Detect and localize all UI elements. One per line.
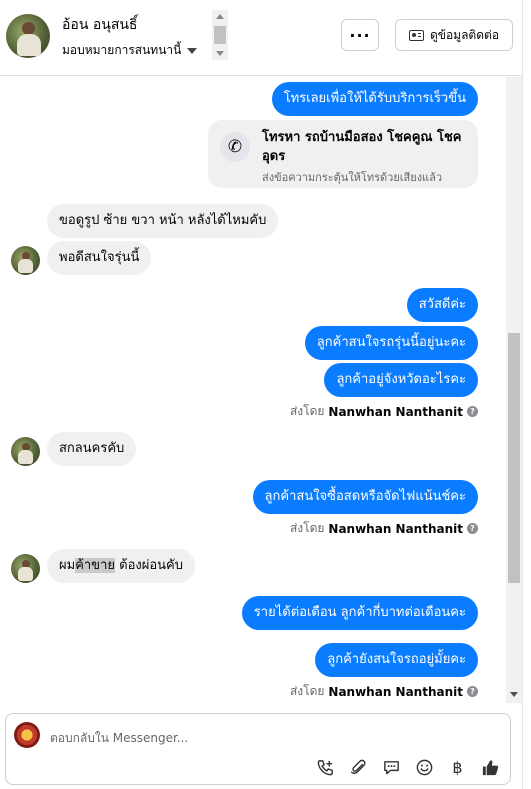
thread-scrollbar[interactable]	[506, 77, 522, 703]
outgoing-message[interactable]: สวัสดีค่ะ	[406, 288, 478, 322]
sender-name: Nanwhan Nanthanit	[328, 684, 463, 699]
call-plus-icon[interactable]	[316, 758, 335, 777]
sent-by-label: ส่งโดย Nanwhan Nanthanit ?	[290, 402, 478, 421]
conversation-header: อ้อน อนุสนธิ์ มอบหมายการสนทนานี้ ··· ดูข…	[0, 0, 531, 76]
call-subtitle: ส่งข้อความกระตุ้นให้โทรด้วยเสียงแล้ว	[262, 171, 443, 184]
sent-by-prefix: ส่งโดย	[289, 404, 325, 418]
assign-conversation-dropdown[interactable]: มอบหมายการสนทนานี้	[62, 41, 198, 60]
view-contact-button[interactable]: ดูข้อมูลติดต่อ	[395, 19, 513, 51]
caret-down-icon	[187, 47, 198, 54]
outgoing-message[interactable]: ลูกค้าสนใจรถรุ่นนี้อยู่นะคะ	[304, 326, 478, 360]
baht-payment-icon[interactable]: ฿	[448, 758, 467, 777]
incoming-message[interactable]: ขอดูรูป ซ้าย ขวา หน้า หลังได้ไหมคับ	[47, 204, 279, 238]
incoming-message[interactable]: พอดีสนใจรุ่นนี้	[47, 241, 152, 275]
scroll-thumb[interactable]	[508, 333, 520, 583]
outgoing-message[interactable]: ลูกค้ายังสนใจรถอยู่มั้ยคะ	[315, 643, 478, 677]
saved-reply-icon[interactable]	[382, 758, 401, 777]
sent-by-label: ส่งโดย Nanwhan Nanthanit ?	[290, 519, 478, 538]
sent-by-label: ส่งโดย Nanwhan Nanthanit ?	[290, 682, 478, 701]
scroll-down-icon[interactable]	[216, 51, 224, 56]
contact-name[interactable]: อ้อน อนุสนธิ์	[62, 14, 137, 36]
sender-name: Nanwhan Nanthanit	[328, 521, 463, 536]
scroll-up-icon[interactable]	[216, 14, 224, 19]
sender-name: Nanwhan Nanthanit	[328, 404, 463, 419]
message-text: ต้องผ่อนคับ	[115, 558, 183, 573]
outgoing-message[interactable]: โทรเลยเพื่อให้ได้รับบริการเร็วขึ้น	[271, 82, 478, 116]
phone-icon: ✆	[220, 132, 250, 162]
scroll-thumb[interactable]	[214, 26, 226, 44]
contact-avatar[interactable]	[6, 14, 50, 58]
help-icon[interactable]: ?	[467, 406, 478, 417]
thumbs-up-icon[interactable]	[481, 758, 500, 777]
contact-avatar-small[interactable]	[11, 246, 40, 275]
sent-by-prefix: ส่งโดย	[289, 521, 325, 535]
reply-input[interactable]: ตอบกลับใน Messenger...	[50, 729, 188, 748]
scroll-down-icon[interactable]	[510, 692, 518, 697]
incoming-message[interactable]: สกลนครคับ	[47, 432, 137, 466]
contact-card-icon	[408, 29, 424, 41]
outgoing-message[interactable]: ลูกค้าอยู่จังหวัดอะไรคะ	[324, 363, 478, 397]
attachment-icon[interactable]	[349, 758, 368, 777]
composer-tools: ฿	[316, 758, 500, 777]
sent-by-prefix: ส่งโดย	[289, 684, 325, 698]
help-icon[interactable]: ?	[467, 523, 478, 534]
view-contact-label: ดูข้อมูลติดต่อ	[429, 27, 500, 42]
outgoing-message[interactable]: ลูกค้าสนใจซื้อสดหรือจัดไฟแน้นช์คะ	[252, 480, 478, 514]
page-avatar	[14, 722, 40, 748]
contact-avatar-small[interactable]	[11, 554, 40, 583]
panel-edge	[522, 0, 531, 789]
contact-avatar-small[interactable]	[11, 437, 40, 466]
call-title: โทรหา รถบ้านมือสอง โชคคูณ โชคอุดร	[262, 130, 462, 164]
header-scrollbar[interactable]	[212, 10, 228, 60]
call-request-card[interactable]: ✆ โทรหา รถบ้านมือสอง โชคคูณ โชคอุดร ส่งข…	[208, 120, 478, 188]
incoming-message[interactable]: ผมค้าขาย ต้องผ่อนคับ	[47, 549, 195, 583]
message-text: ผม	[59, 558, 76, 573]
more-options-button[interactable]: ···	[341, 19, 379, 51]
help-icon[interactable]: ?	[467, 686, 478, 697]
message-thread: โทรเลยเพื่อให้ได้รับบริการเร็วขึ้น ✆ โทร…	[0, 77, 520, 703]
assign-label: มอบหมายการสนทนานี้	[62, 43, 182, 57]
message-composer[interactable]: ตอบกลับใน Messenger... ฿	[5, 713, 511, 785]
emoji-icon[interactable]	[415, 758, 434, 777]
highlighted-text: ค้าขาย	[75, 558, 115, 573]
outgoing-message[interactable]: รายได้ต่อเดือน ลูกค้ากี่บาทต่อเดือนคะ	[241, 596, 478, 630]
